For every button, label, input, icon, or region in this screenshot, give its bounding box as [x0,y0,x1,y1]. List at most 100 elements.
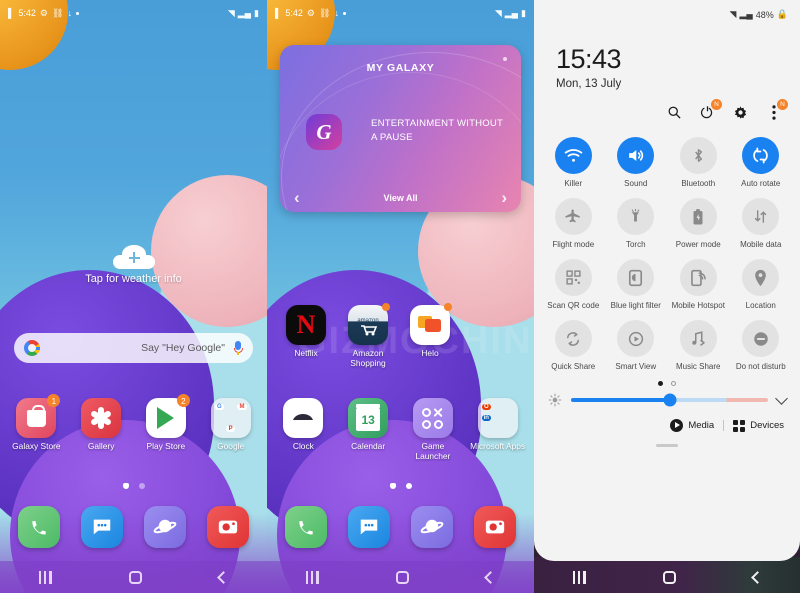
app-label: Galaxy Store [12,441,61,451]
recent-apps-icon[interactable] [305,570,319,584]
gallery-icon [81,398,122,438]
app-clock[interactable]: Clock [274,398,332,461]
search-input[interactable]: Say "Hey Google" [40,342,233,354]
page-indicator [0,483,267,489]
chevron-down-icon[interactable] [775,392,788,405]
toggle-sound[interactable]: Sound [607,137,665,189]
home-screen-panel-1: ▌ 5:42 ⚙ ⛓ ↓ ◥ ▂▄ ▮ Tap for weather info… [0,0,267,593]
page-dot[interactable] [138,483,145,489]
toggle-do-not-disturb[interactable]: Do not disturb [732,320,790,372]
toggle-smart-view[interactable]: Smart View [607,320,665,372]
toggle-power-mode[interactable]: Power mode [669,198,727,250]
power-icon[interactable]: N [699,99,722,121]
qr-code-icon [554,259,592,296]
toggle-label: Bluetooth [681,179,716,188]
calendar-day: 13 [356,408,381,431]
toggle-scan-qr-code[interactable]: Scan QR code [544,259,602,311]
app-helo[interactable]: Helo [401,303,459,368]
more-options-icon[interactable]: N [765,99,788,121]
home-icon[interactable] [128,570,142,584]
page-dot-home[interactable] [389,483,396,489]
back-icon[interactable] [750,570,764,584]
settings-gear-icon[interactable] [732,104,749,121]
weather-widget[interactable]: Tap for weather info [0,245,267,285]
page-dot[interactable] [405,483,412,489]
slider-knob[interactable] [663,393,676,407]
back-icon[interactable] [217,570,231,584]
toggle-location[interactable]: Location [732,259,790,311]
toggle-label: Torch [625,240,646,249]
app-netflix[interactable]: N Netflix [277,305,335,368]
google-search-bar[interactable]: Say "Hey Google" [14,333,253,363]
page-dot-active[interactable] [658,381,663,386]
google-folder-icon: G M P [210,398,251,438]
recent-apps-icon[interactable] [572,570,586,584]
widget-headline: ENTERTAINMENT WITHOUT A PAUSE [371,118,503,143]
camera-icon[interactable] [473,506,516,548]
play-icon [670,419,684,432]
devices-button[interactable]: Devices [733,419,784,432]
next-arrow-icon[interactable]: › [501,188,507,208]
toggle-torch[interactable]: Torch [607,198,665,250]
folder-microsoft-apps[interactable]: O in Microsoft Apps [469,398,527,461]
toggle-bluetooth[interactable]: Bluetooth [669,137,727,189]
alarm-icon: ▌ [275,8,282,18]
brightness-slider[interactable] [571,393,768,407]
my-galaxy-widget[interactable]: MY GALAXY G ENTERTAINMENT WITHOUT A PAUS… [280,45,521,212]
view-all-button[interactable]: View All [383,193,417,203]
mobile-data-icon [742,198,780,235]
link-icon: ⛓ [52,7,64,18]
folder-google[interactable]: G M P Google [202,398,260,452]
toggle-label: Quick Share [551,362,596,371]
google-icon [24,340,40,356]
app-gallery[interactable]: Gallery [72,398,130,452]
toggle-mobile-hotspot[interactable]: Mobile Hotspot [669,259,727,311]
toggle-auto-rotate[interactable]: Auto rotate [732,137,790,189]
location-pin-icon [742,259,780,296]
netflix-icon: N [286,305,326,345]
power-mode-icon [679,198,717,235]
internet-icon[interactable] [143,506,186,548]
camera-icon[interactable] [206,506,249,548]
messages-icon[interactable] [348,506,391,548]
back-icon[interactable] [484,570,498,584]
app-grid-row: N Netflix amazon Amazon Shopping Helo [267,303,534,368]
toggle-mobile-data[interactable]: Mobile data [732,198,790,250]
app-calendar[interactable]: 13 Calendar [339,398,397,461]
toggle-label: Scan QR code [547,301,600,310]
toggle-flight-mode[interactable]: Flight mode [544,198,602,250]
toggle-music-share[interactable]: Music Share [669,320,727,372]
app-play-store[interactable]: 2 Play Store [137,394,195,452]
recent-apps-icon[interactable] [38,570,52,584]
media-button[interactable]: Media [670,419,714,432]
app-grid-row: Clock 13 Calendar Game Launcher O in Mic… [267,398,534,461]
lock-icon: 🔒 [776,9,788,19]
prev-arrow-icon[interactable]: ‹ [294,188,300,208]
messages-icon[interactable] [81,506,124,548]
app-amazon-shopping[interactable]: amazon Amazon Shopping [339,303,397,368]
phone-icon[interactable] [18,506,61,548]
quick-share-icon [554,320,592,357]
app-galaxy-store[interactable]: 1 Galaxy Store [7,394,65,452]
do-not-disturb-icon [742,320,780,357]
toggle-quick-share[interactable]: Quick Share [544,320,602,372]
phone-icon[interactable] [285,506,328,548]
search-icon[interactable] [666,104,683,121]
devices-label: Devices [750,420,784,431]
home-icon[interactable] [395,570,409,584]
page-dot-home[interactable] [122,483,129,489]
toggle-blue-light-filter[interactable]: Blue light filter [607,259,665,311]
toggle-label: Power mode [675,240,721,249]
internet-icon[interactable] [410,506,453,548]
mic-icon[interactable] [233,340,243,356]
page-dot[interactable] [671,381,676,386]
auto-rotate-icon [742,137,780,174]
microsoft-folder-icon: O in [477,398,518,438]
dot-icon [342,11,346,15]
app-label: Calendar [351,441,386,451]
app-label: Game Launcher [415,441,451,461]
toggle-killer[interactable]: Killer [544,137,602,189]
app-game-launcher[interactable]: Game Launcher [404,398,462,461]
drag-handle[interactable] [656,444,678,447]
home-icon[interactable] [662,570,676,584]
